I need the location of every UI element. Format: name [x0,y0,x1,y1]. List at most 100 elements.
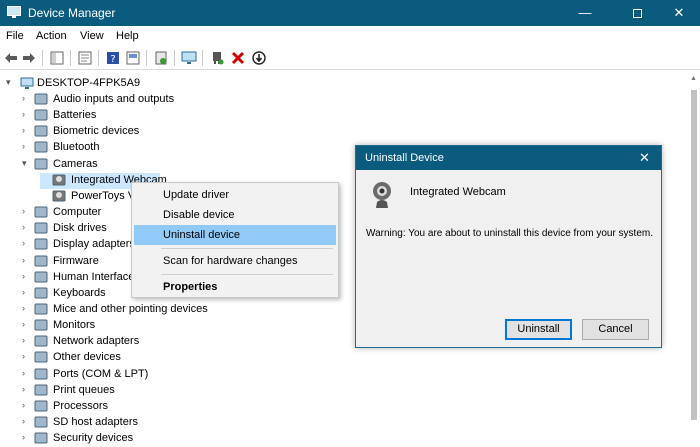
tree-item-label: Biometric devices [53,125,140,138]
scroll-thumb[interactable] [691,90,697,420]
fingerprint-icon [34,125,48,137]
expand-arrow-icon[interactable]: › [22,303,32,313]
ctx-uninstall-device[interactable]: Uninstall device [134,225,336,245]
dialog-close-button[interactable]: ✕ [639,150,650,166]
view-button[interactable] [124,49,142,67]
expand-arrow-icon[interactable]: › [22,271,32,281]
bluetooth-icon [34,141,48,153]
ctx-disable-device[interactable]: Disable device [134,205,336,225]
view-icon [126,51,140,65]
speaker-icon [34,93,48,105]
maximize-button[interactable] [614,0,660,26]
tree-item-label: SD host adapters [53,416,138,428]
expand-arrow-icon[interactable]: › [22,400,32,410]
tree-item-label: Monitors [53,319,96,332]
tree-item-label: PowerToys V [71,189,136,202]
tree-item-label: Print queues [53,383,115,396]
console-tree-icon [50,51,64,65]
uninstall-button[interactable] [229,49,247,67]
camera-icon [34,158,48,170]
mouse-icon [34,303,48,315]
tree-root-label: DESKTOP-4FPK5A9 [37,77,141,89]
scan-hardware-button[interactable] [180,49,198,67]
menu-view[interactable]: View [80,30,104,42]
help-icon: ? [107,52,119,65]
update-driver-button[interactable] [152,49,170,67]
close-button[interactable]: ✕ [656,0,700,26]
computer-icon [20,77,34,89]
svg-text:?: ? [110,54,115,65]
scroll-up-icon[interactable]: ▲ [690,75,697,82]
expand-arrow-icon[interactable]: › [22,109,32,119]
vertical-scrollbar[interactable]: ▲ [688,72,700,445]
tree-item-label: Ports (COM & LPT) [53,367,149,380]
ctx-update-driver[interactable]: Update driver [134,185,336,205]
uninstall-confirm-button[interactable]: Uninstall [505,319,572,340]
forward-arrow-icon [23,53,35,63]
menu-action[interactable]: Action [36,30,67,42]
collapse-arrow-icon[interactable]: ▾ [6,77,16,88]
expand-arrow-icon[interactable]: › [22,416,32,426]
enable-device-icon [213,52,224,65]
tree-item-label: Disk drives [53,222,107,235]
expand-arrow-icon[interactable]: › [22,255,32,265]
network-icon [34,335,48,347]
ctx-properties[interactable]: Properties [134,277,336,297]
expand-arrow-icon[interactable]: › [22,384,32,394]
tree-item-label: Mice and other pointing devices [53,302,208,315]
minimize-button[interactable]: — [562,0,608,26]
collapse-arrow-icon[interactable]: ▾ [22,158,32,169]
title-bar: Device Manager — ✕ [0,0,700,26]
maximize-icon [632,9,642,19]
processor-icon [34,400,48,412]
expand-arrow-icon[interactable]: › [22,432,32,442]
back-button[interactable] [2,49,20,67]
expand-arrow-icon[interactable]: › [22,125,32,135]
tree-item-label: Batteries [53,109,97,122]
tree-item-label: Cameras [53,157,98,170]
toolbar: ? [0,46,700,70]
ctx-scan-hardware[interactable]: Scan for hardware changes [134,251,336,271]
other-devices-icon [34,351,48,363]
properties-icon [78,51,92,65]
disable-device-button[interactable] [250,49,268,67]
security-icon [34,432,48,444]
dialog-title-bar: Uninstall Device ✕ [356,146,661,170]
delete-x-icon [231,51,245,65]
properties-button[interactable] [76,49,94,67]
enable-device-button[interactable] [208,49,226,67]
expand-arrow-icon[interactable]: › [22,287,32,297]
device-manager-icon [7,6,21,18]
expand-arrow-icon[interactable]: › [22,335,32,345]
forward-button[interactable] [20,49,38,67]
tree-item-label: Keyboards [53,286,106,299]
hid-icon [34,271,48,283]
context-menu: Update driver Disable device Uninstall d… [131,182,339,298]
cancel-button[interactable]: Cancel [582,319,649,340]
show-hide-tree-button[interactable] [48,49,66,67]
ctx-separator [161,248,333,249]
firmware-icon [34,255,48,266]
expand-arrow-icon[interactable]: › [22,368,32,378]
tree-item-label: Computer [53,206,102,219]
expand-arrow-icon[interactable]: › [22,93,32,103]
tree-item-label: Display adapters [53,238,135,251]
expand-arrow-icon[interactable]: › [22,141,32,151]
dialog-device-name: Integrated Webcam [410,186,506,198]
tree-item-label: Processors [53,399,109,412]
expand-arrow-icon[interactable]: › [22,206,32,216]
display-adapter-icon [34,238,48,250]
scan-hardware-icon [181,51,197,64]
expand-arrow-icon[interactable]: › [22,319,32,329]
monitor-icon [34,319,48,331]
menu-help[interactable]: Help [116,30,139,42]
expand-arrow-icon[interactable]: › [22,222,32,232]
tree-item-label: Network adapters [53,335,140,348]
tree-item-label: Other devices [53,351,121,364]
help-button[interactable]: ? [104,49,122,67]
menu-file[interactable]: File [6,30,24,42]
menu-bar: File Action View Help [0,26,700,46]
battery-icon [34,109,48,121]
expand-arrow-icon[interactable]: › [22,238,32,248]
expand-arrow-icon[interactable]: › [22,351,32,361]
